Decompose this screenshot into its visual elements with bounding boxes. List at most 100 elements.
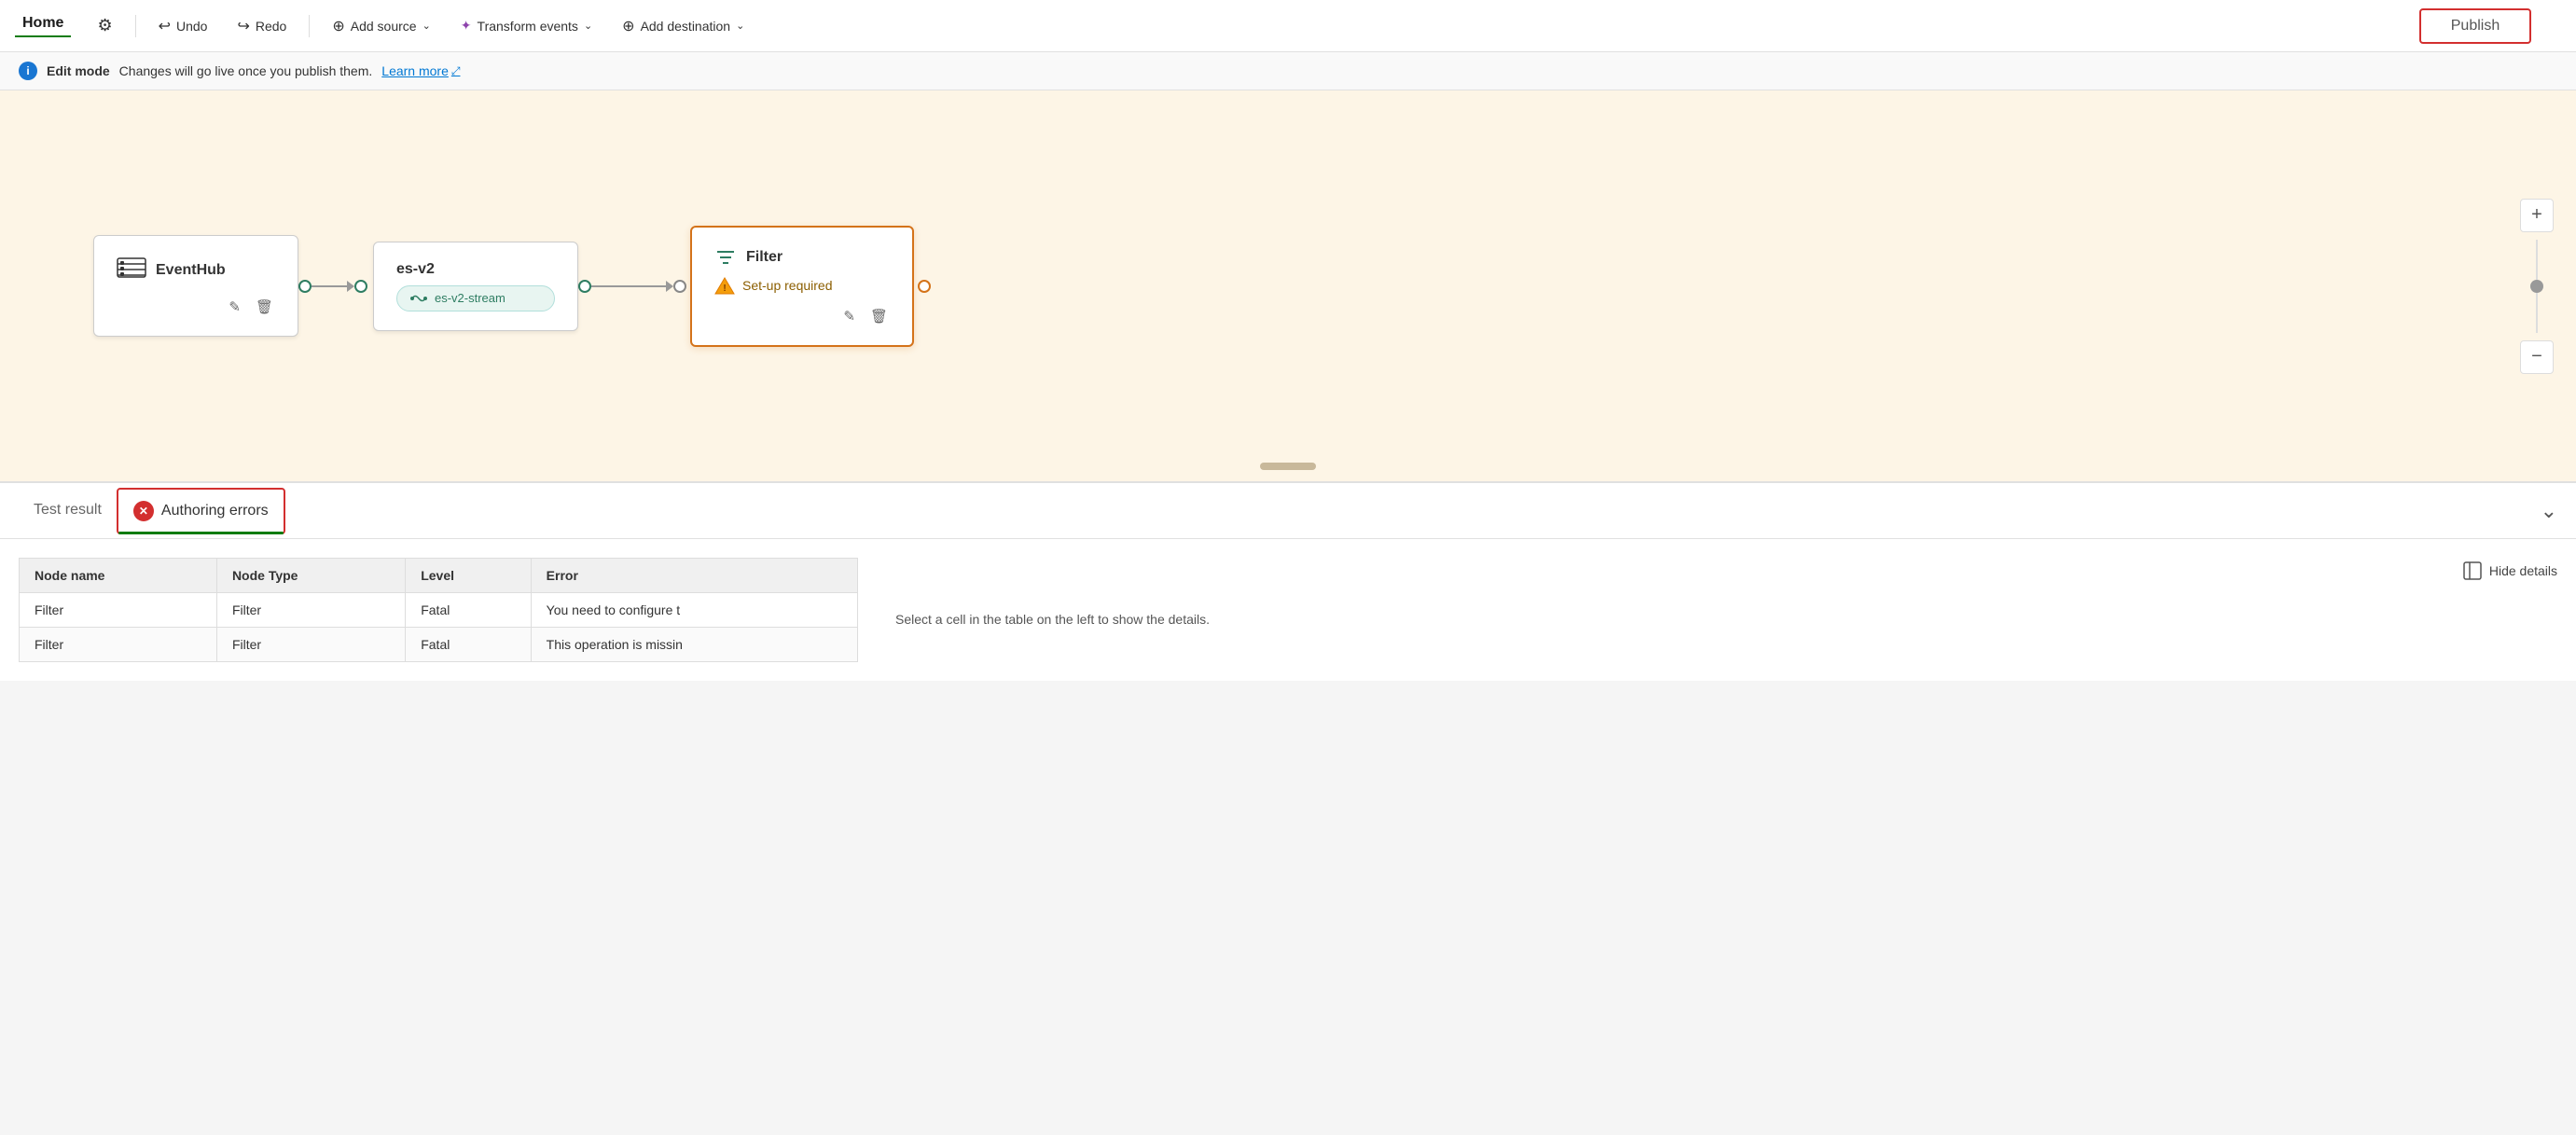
eventhub-header: EventHub bbox=[117, 255, 275, 285]
connector-2 bbox=[578, 280, 690, 293]
redo-icon: ↪ bbox=[237, 17, 249, 35]
undo-label: Undo bbox=[176, 19, 207, 34]
tab-test-result[interactable]: Test result bbox=[19, 491, 117, 532]
line-1 bbox=[312, 285, 347, 287]
details-panel: Hide details Select a cell in the table … bbox=[895, 558, 2557, 662]
canvas: EventHub ✎ 🗑 es-v2 bbox=[0, 90, 2576, 482]
table-row[interactable]: Filter Filter Fatal This operation is mi… bbox=[20, 628, 858, 662]
arrow-1 bbox=[347, 281, 354, 292]
learn-more-link[interactable]: Learn more ⤢ bbox=[381, 63, 460, 78]
es-v2-node[interactable]: es-v2 es-v2-stream bbox=[373, 242, 578, 331]
svg-text:!: ! bbox=[723, 284, 726, 294]
tabs-row: Test result ✕ Authoring errors ⌄ bbox=[0, 483, 2576, 539]
zoom-plus-button[interactable]: + bbox=[2520, 199, 2554, 232]
test-result-label: Test result bbox=[34, 502, 102, 518]
arrow-2 bbox=[666, 281, 673, 292]
error-count-badge: ✕ bbox=[133, 501, 154, 521]
connector-circle-1a bbox=[298, 280, 312, 293]
transform-label: Transform events bbox=[478, 19, 578, 34]
undo-icon: ↩ bbox=[159, 17, 171, 35]
add-destination-label: Add destination bbox=[641, 19, 731, 34]
filter-node[interactable]: Filter ! Set-up required ✎ 🗑 bbox=[690, 226, 914, 347]
warning-triangle-icon: ! bbox=[714, 276, 735, 295]
filter-label: Filter bbox=[746, 249, 782, 266]
zoom-minus-button[interactable]: − bbox=[2520, 340, 2554, 374]
connector-circle-2a bbox=[578, 280, 591, 293]
authoring-errors-label: Authoring errors bbox=[161, 503, 269, 519]
stream-label: es-v2-stream bbox=[435, 291, 506, 305]
row1-level: Fatal bbox=[406, 593, 531, 628]
filter-icon bbox=[714, 246, 737, 269]
filter-delete-button[interactable]: 🗑 bbox=[868, 306, 890, 326]
add-destination-chevron-icon: ⌄ bbox=[736, 20, 744, 32]
settings-button[interactable]: ⚙ bbox=[86, 10, 123, 41]
external-link-icon: ⤢ bbox=[451, 64, 461, 78]
zoom-track bbox=[2536, 240, 2538, 333]
filter-header: Filter bbox=[714, 246, 890, 269]
row2-error: This operation is missin bbox=[531, 628, 857, 662]
row2-node-type: Filter bbox=[216, 628, 405, 662]
bottom-panel: Test result ✕ Authoring errors ⌄ Node na… bbox=[0, 482, 2576, 681]
divider-1 bbox=[135, 15, 136, 37]
col-error: Error bbox=[531, 559, 857, 593]
row1-node-name: Filter bbox=[20, 593, 217, 628]
hide-details-button[interactable]: Hide details bbox=[2463, 561, 2557, 580]
zoom-plus-icon: + bbox=[2531, 204, 2542, 226]
undo-button[interactable]: ↩ Undo bbox=[147, 11, 219, 41]
filter-edit-button[interactable]: ✎ bbox=[841, 306, 857, 326]
setup-required-label: Set-up required bbox=[742, 278, 833, 293]
tab-authoring-errors[interactable]: ✕ Authoring errors bbox=[117, 488, 285, 534]
eventhub-edit-button[interactable]: ✎ bbox=[227, 297, 242, 317]
connector-circle-1b bbox=[354, 280, 367, 293]
details-placeholder: Select a cell in the table on the left t… bbox=[895, 610, 1212, 630]
active-tab-indicator bbox=[118, 532, 284, 534]
stream-icon bbox=[410, 290, 427, 307]
edit-mode-bar: i Edit mode Changes will go live once yo… bbox=[0, 52, 2576, 90]
edit-mode-description: Changes will go live once you publish th… bbox=[119, 63, 373, 78]
gear-icon: ⚙ bbox=[97, 16, 112, 35]
redo-button[interactable]: ↪ Redo bbox=[226, 11, 298, 41]
info-icon: i bbox=[19, 62, 37, 80]
eventhub-label: EventHub bbox=[156, 262, 226, 279]
add-source-button[interactable]: ⊕ Add source ⌄ bbox=[321, 11, 441, 41]
details-header: Hide details bbox=[895, 561, 2557, 595]
add-destination-button[interactable]: ⊕ Add destination ⌄ bbox=[611, 11, 755, 41]
transform-icon: ✦ bbox=[461, 18, 472, 34]
add-source-chevron-icon: ⌄ bbox=[422, 20, 431, 32]
row2-level: Fatal bbox=[406, 628, 531, 662]
eventhub-icon bbox=[117, 255, 146, 285]
row1-error: You need to configure t bbox=[531, 593, 857, 628]
eventhub-actions: ✎ 🗑 bbox=[117, 297, 275, 317]
row1-node-type: Filter bbox=[216, 593, 405, 628]
error-x-icon: ✕ bbox=[139, 505, 148, 518]
zoom-minus-icon: − bbox=[2531, 346, 2542, 367]
add-destination-icon: ⊕ bbox=[622, 17, 634, 35]
edit-mode-label: Edit mode bbox=[47, 63, 110, 78]
publish-button[interactable]: Publish bbox=[2419, 8, 2531, 44]
home-tab[interactable]: Home bbox=[15, 15, 71, 37]
line-2 bbox=[591, 285, 666, 287]
zoom-controls: + − bbox=[2520, 199, 2554, 374]
filter-actions: ✎ 🗑 bbox=[714, 306, 890, 326]
filter-output bbox=[914, 280, 931, 293]
transform-events-button[interactable]: ✦ Transform events ⌄ bbox=[450, 12, 603, 39]
connector-1 bbox=[298, 280, 373, 293]
add-source-label: Add source bbox=[351, 19, 417, 34]
es-v2-header: es-v2 bbox=[396, 261, 555, 278]
filter-trash-icon: 🗑 bbox=[870, 309, 888, 325]
scroll-indicator[interactable] bbox=[1260, 463, 1316, 470]
col-node-type: Node Type bbox=[216, 559, 405, 593]
trash-icon: 🗑 bbox=[256, 299, 273, 315]
col-node-name: Node name bbox=[20, 559, 217, 593]
table-row[interactable]: Filter Filter Fatal You need to configur… bbox=[20, 593, 858, 628]
transform-chevron-icon: ⌄ bbox=[584, 20, 592, 32]
eventhub-delete-button[interactable]: 🗑 bbox=[254, 297, 275, 317]
eventhub-node[interactable]: EventHub ✎ 🗑 bbox=[93, 235, 298, 337]
zoom-thumb[interactable] bbox=[2530, 280, 2543, 293]
flow-container: EventHub ✎ 🗑 es-v2 bbox=[93, 226, 931, 347]
table-section: Node name Node Type Level Error Filter F… bbox=[0, 539, 2576, 681]
collapse-panel-button[interactable]: ⌄ bbox=[2541, 499, 2557, 523]
add-source-icon: ⊕ bbox=[332, 17, 344, 35]
es-v2-label: es-v2 bbox=[396, 261, 435, 278]
redo-label: Redo bbox=[256, 19, 286, 34]
